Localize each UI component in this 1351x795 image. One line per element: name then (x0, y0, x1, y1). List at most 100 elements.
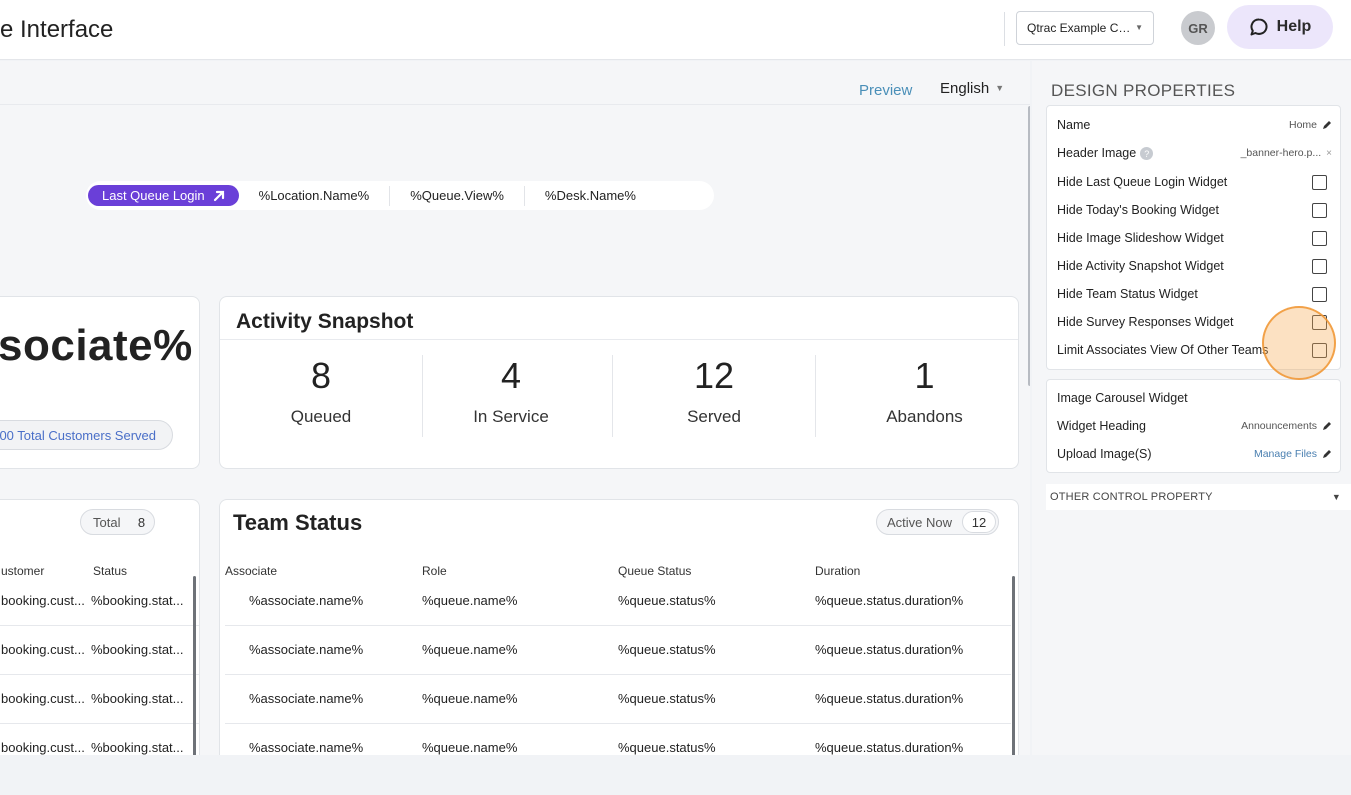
context-pill-bar: Last Queue Login %Location.Name% %Queue.… (86, 181, 714, 210)
active-now-count: 12 (962, 511, 997, 533)
last-queue-login-label: Last Queue Login (102, 188, 205, 203)
stat-label: Queued (290, 407, 352, 426)
checkbox-hide-last-queue-login[interactable]: Hide Last Queue Login Widget (1057, 172, 1332, 192)
duration-cell: %queue.status.duration% (815, 642, 964, 657)
canvas-scrollbar[interactable] (1028, 106, 1030, 386)
property-label: Upload Image(S) (1057, 447, 1152, 461)
user-avatar[interactable]: GR (1181, 11, 1215, 45)
checkbox-hide-todays-booking[interactable]: Hide Today's Booking Widget (1057, 200, 1332, 220)
image-carousel-card: Image Carousel Widget Widget Heading Ann… (1046, 379, 1341, 473)
checkbox-label: Hide Team Status Widget (1057, 287, 1198, 301)
checkbox-label: Hide Last Queue Login Widget (1057, 175, 1228, 189)
bottom-strip (0, 755, 1351, 795)
bookings-scrollbar[interactable] (193, 576, 196, 755)
booking-status-cell: %booking.stat... (91, 593, 184, 608)
other-control-property-dropdown[interactable]: OTHER CONTROL PROPERTY ▼ (1046, 484, 1351, 510)
checkbox-label: Hide Today's Booking Widget (1057, 203, 1219, 217)
property-name: Name Home (1057, 115, 1332, 135)
activity-snapshot-card: Activity Snapshot 8 Queued 4 In Service … (219, 296, 1019, 469)
arrow-up-right-icon (213, 190, 224, 201)
stat-label: In Service (473, 407, 549, 426)
click-indicator (1262, 306, 1336, 380)
stat-abandons: 1 Abandons (823, 355, 1018, 437)
organization-select[interactable]: Qtrac Example C… ▼ (1016, 11, 1154, 45)
checkbox-label: Hide Survey Responses Widget (1057, 315, 1234, 329)
stat-served: 12 Served (613, 355, 816, 437)
pencil-icon[interactable] (1322, 449, 1332, 459)
associate-name-cell: %associate.name% (249, 691, 364, 706)
column-header-role: Role (422, 564, 447, 578)
manage-files-link[interactable]: Manage Files (1254, 448, 1332, 460)
property-header-image: Header Image? _banner-hero.p... × (1057, 143, 1332, 163)
location-name-pill[interactable]: %Location.Name% (239, 185, 391, 206)
bookings-total-badge: Total 8 (80, 509, 156, 535)
checkbox-hide-image-slideshow[interactable]: Hide Image Slideshow Widget (1057, 228, 1332, 248)
chat-bubble-icon (1250, 18, 1268, 36)
booking-status-cell: %booking.stat... (91, 740, 184, 755)
canvas-toolbar: Preview English ▼ (0, 61, 1030, 105)
table-row[interactable]: booking.cust... %booking.stat... (0, 675, 199, 724)
pencil-icon[interactable] (1322, 120, 1332, 130)
bookings-total-count: 8 (137, 514, 146, 530)
chevron-down-icon: ▼ (1135, 23, 1143, 32)
table-row[interactable]: booking.cust... %booking.stat... (0, 626, 199, 675)
queue-view-pill[interactable]: %Queue.View% (390, 185, 525, 206)
queue-status-cell: %queue.status% (618, 691, 716, 706)
role-cell: %queue.name% (422, 593, 518, 608)
pencil-icon[interactable] (1322, 421, 1332, 431)
toolbar-divider (1004, 12, 1005, 46)
table-row[interactable]: booking.cust... %booking.stat... (0, 577, 199, 626)
preview-link[interactable]: Preview (859, 82, 912, 99)
help-button[interactable]: Help (1227, 5, 1333, 49)
help-circle-icon[interactable]: ? (1140, 147, 1154, 161)
property-name-value[interactable]: Home (1289, 119, 1332, 131)
booking-customer-cell: booking.cust... (1, 642, 85, 657)
checkbox[interactable] (1312, 174, 1327, 190)
property-label: Widget Heading (1057, 419, 1146, 433)
property-header-image-value[interactable]: _banner-hero.p... × (1241, 147, 1332, 159)
language-select[interactable]: English ▼ (940, 80, 1004, 97)
queue-status-cell: %queue.status% (618, 642, 716, 657)
stat-value: 4 (500, 355, 522, 396)
checkbox[interactable] (1312, 230, 1327, 246)
table-row[interactable]: %associate.name% %queue.name% %queue.sta… (225, 577, 1011, 626)
property-label-text: Header Image (1057, 145, 1137, 160)
table-row[interactable]: booking.cust... %booking.stat... (0, 724, 199, 755)
carousel-title-row: Image Carousel Widget (1057, 388, 1332, 408)
duration-cell: %queue.status.duration% (815, 691, 964, 706)
stat-value: 12 (693, 355, 735, 396)
design-properties-panel: DESIGN PROPERTIES Name Home Header Image… (1032, 61, 1351, 755)
carousel-title: Image Carousel Widget (1057, 391, 1188, 405)
checkbox-label: Hide Activity Snapshot Widget (1057, 259, 1224, 273)
column-header-queue-status: Queue Status (618, 564, 692, 578)
checkbox-hide-activity-snapshot[interactable]: Hide Activity Snapshot Widget (1057, 256, 1332, 276)
bookings-total-label: Total (93, 514, 121, 530)
booking-customer-cell: booking.cust... (1, 593, 85, 608)
stat-queued: 8 Queued (220, 355, 423, 437)
column-header-duration: Duration (815, 564, 861, 578)
close-icon[interactable]: × (1326, 148, 1332, 159)
associate-name-cell: %associate.name% (249, 740, 364, 755)
checkbox[interactable] (1312, 202, 1327, 218)
todays-bookings-card: Total 8 ustomer Status booking.cust... %… (0, 499, 200, 755)
table-row[interactable]: %associate.name% %queue.name% %queue.sta… (225, 724, 1011, 755)
organization-select-value: Qtrac Example C… (1027, 21, 1131, 35)
column-header-customer: ustomer (1, 564, 45, 578)
last-queue-login-pill[interactable]: Last Queue Login (88, 185, 239, 206)
checkbox[interactable] (1312, 286, 1327, 302)
booking-customer-cell: booking.cust... (1, 691, 85, 706)
table-row[interactable]: %associate.name% %queue.name% %queue.sta… (225, 626, 1011, 675)
stat-label: Served (687, 407, 741, 426)
property-value: _banner-hero.p... (1240, 147, 1322, 159)
divider (220, 339, 1018, 340)
help-button-label: Help (1276, 18, 1312, 35)
team-status-scrollbar[interactable] (1012, 576, 1015, 755)
checkbox[interactable] (1312, 258, 1327, 274)
desk-name-pill[interactable]: %Desk.Name% (525, 186, 656, 206)
widget-heading-value[interactable]: Announcements (1241, 420, 1332, 432)
checkbox-hide-team-status[interactable]: Hide Team Status Widget (1057, 284, 1332, 304)
language-select-value: English (940, 80, 990, 97)
table-row[interactable]: %associate.name% %queue.name% %queue.sta… (225, 675, 1011, 724)
page-canvas: Preview English ▼ Last Queue Login %Locat… (0, 61, 1030, 755)
checkbox-label: Limit Associates View Of Other Teams (1057, 343, 1269, 357)
